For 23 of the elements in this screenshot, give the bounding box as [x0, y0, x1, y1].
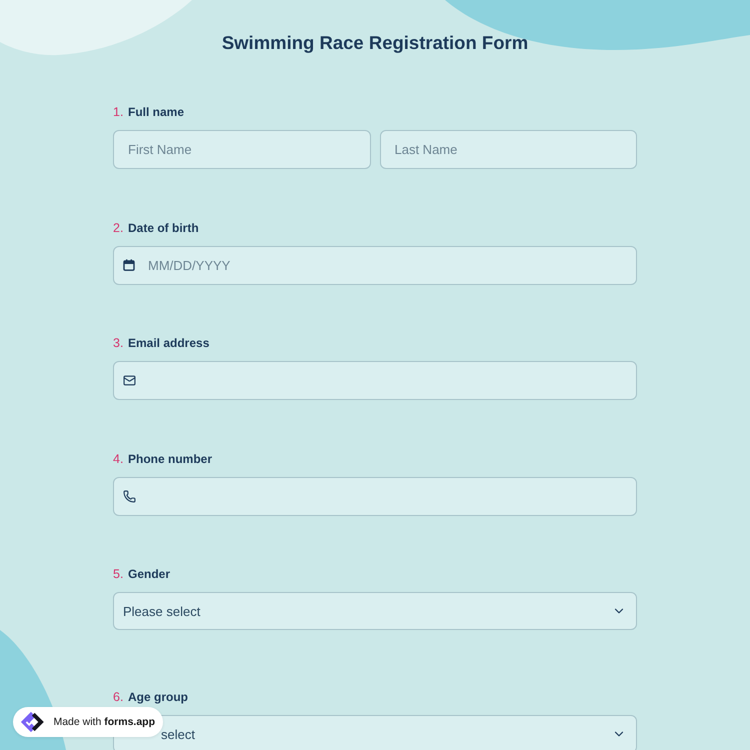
question-number: 1. [113, 104, 124, 120]
name-input-field[interactable]: First Name [113, 130, 370, 169]
select-dropdown[interactable]: Please select [113, 592, 637, 630]
question-label: Age group [128, 689, 188, 705]
made-with-badge[interactable]: Made with forms.app [13, 707, 163, 737]
phone-icon [123, 490, 136, 502]
name-input-field[interactable]: Last Name [380, 130, 637, 169]
question-number: 4. [113, 450, 124, 466]
envelope-icon [123, 374, 136, 387]
question-label: Gender [128, 566, 170, 582]
question-number: 3. [113, 335, 124, 351]
question-number: 2. [113, 220, 124, 236]
email-input-field[interactable] [113, 361, 637, 400]
question-label: Full name [128, 104, 184, 120]
question-label: Email address [128, 335, 210, 351]
calendar-icon [123, 258, 135, 270]
form-title: Swimming Race Registration Form [222, 32, 528, 54]
phone-input-field[interactable] [113, 476, 637, 516]
question-label: Phone number [128, 450, 212, 466]
question-number: 5. [113, 566, 124, 582]
date-input-field[interactable]: MM/DD/YYYY [113, 246, 637, 284]
question-label: Date of birth [128, 220, 199, 236]
question-number: 6. [113, 689, 124, 705]
